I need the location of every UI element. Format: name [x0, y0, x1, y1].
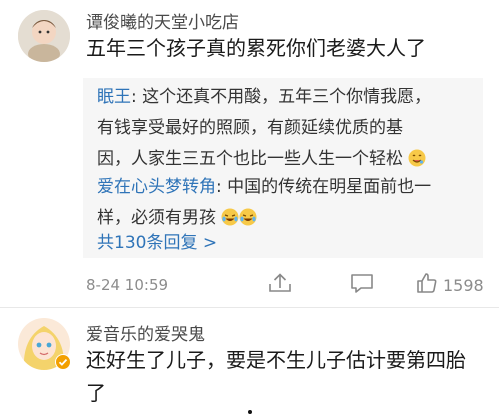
reply-author[interactable]: 眠王 [97, 87, 131, 107]
comment-username[interactable]: 谭俊曦的天堂小吃店 [86, 8, 239, 33]
comment-icon[interactable] [349, 272, 375, 294]
comment-divider [0, 307, 499, 308]
laughing-crying-icon [221, 206, 239, 226]
reply-item[interactable]: 爱在心头梦转角: 中国的传统在明星面前也一 样，必须有男孩 [97, 172, 477, 234]
comment-text-line: 了 [86, 381, 106, 405]
reply-text-line: 中国的传统在明星面前也一 [227, 177, 432, 197]
like-icon[interactable] [415, 271, 439, 295]
comment-username[interactable]: 爱音乐的爱哭鬼 [86, 320, 205, 345]
more-replies-link[interactable]: 共130条回复 > [97, 228, 217, 253]
scroll-indicator-dot [248, 410, 252, 414]
comment-text: 还好生了儿子，要是不生儿子估计要第四胎 了 [86, 344, 486, 410]
reply-item[interactable]: 眠王: 这个还真不用酸，五年三个你情我愿， 有钱享受最好的照顾，有颜延续优质的基… [97, 82, 477, 175]
comment-text: 五年三个孩子真的累死你们老婆大人了 [86, 36, 426, 60]
like-count: 1598 [443, 276, 484, 295]
reply-text-line: 有钱享受最好的照顾，有颜延续优质的基 [97, 118, 403, 138]
reply-preview-box[interactable]: 眠王: 这个还真不用酸，五年三个你情我愿， 有钱享受最好的照顾，有颜延续优质的基… [83, 78, 483, 258]
verified-badge-icon [55, 354, 71, 374]
reply-author[interactable]: 爱在心头梦转角 [97, 177, 216, 197]
reply-separator: : [131, 87, 137, 107]
drooling-face-icon [408, 147, 426, 167]
reply-separator: : [216, 177, 222, 197]
reply-text-line: 样，必须有男孩 [97, 208, 216, 228]
reply-text-line: 因，人家生三五个也比一些人生一个轻松 [97, 149, 403, 169]
laughing-crying-icon [239, 206, 257, 226]
comment-date: 8-24 10:59 [86, 276, 169, 294]
avatar[interactable] [18, 10, 70, 62]
share-icon[interactable] [267, 272, 293, 294]
comment-text-line: 还好生了儿子，要是不生儿子估计要第四胎 [86, 348, 466, 372]
reply-text-line: 这个还真不用酸，五年三个你情我愿， [142, 87, 432, 107]
